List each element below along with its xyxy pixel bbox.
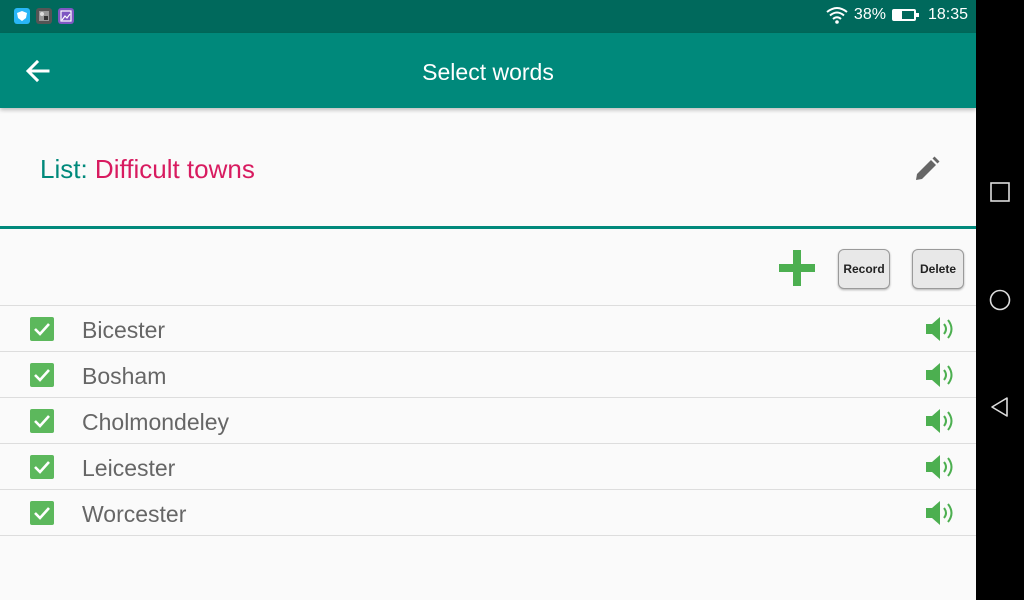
word-text: Worcester [82,501,187,527]
word-checkbox[interactable] [30,317,54,341]
plus-icon [779,250,815,286]
gallery-app-icon [58,8,74,24]
list-prefix: List: [40,154,95,184]
battery-icon [891,9,919,21]
shield-app-icon [14,8,30,24]
check-icon [34,507,50,520]
record-button[interactable]: Record [838,249,890,289]
word-text: Cholmondeley [82,409,230,435]
play-word-button[interactable] [924,361,958,389]
word-text: Leicester [82,455,176,481]
back-nav-button[interactable] [989,396,1011,418]
system-nav-bar [976,0,1024,600]
check-icon [34,461,50,474]
word-text: Bicester [82,317,166,343]
wifi-icon [826,7,848,24]
speaker-icon [926,317,953,341]
notification-icons [14,8,74,24]
word-row[interactable]: Worcester [0,490,976,536]
pencil-icon [916,156,940,180]
word-row[interactable]: Bicester [0,306,976,352]
list-name: Difficult towns [94,154,255,184]
app-bar: Select words [0,33,976,108]
word-toolbar: Record Delete [0,229,976,306]
word-checkbox[interactable] [30,409,54,433]
delete-button[interactable]: Delete [912,249,964,289]
speaker-icon [926,501,953,525]
check-icon [34,369,50,382]
word-list: Bicester Bosham Cholmondeley Leicester Worce… [0,306,976,536]
page-title: Select words [422,59,554,85]
check-icon [34,415,50,428]
speaker-icon [926,363,953,387]
recents-button[interactable] [989,181,1011,203]
speaker-icon [926,455,953,479]
play-word-button[interactable] [924,499,958,527]
check-icon [34,323,50,336]
circle-icon [989,289,1011,311]
battery-percent: 38% [853,6,886,23]
play-word-button[interactable] [924,407,958,435]
play-word-button[interactable] [924,315,958,343]
word-row[interactable]: Bosham [0,352,976,398]
clock: 18:35 [927,6,968,23]
edit-list-button[interactable] [912,154,942,184]
word-checkbox[interactable] [30,363,54,387]
square-icon [990,182,1010,202]
list-header: List: Difficult towns [0,108,976,229]
triangle-back-icon [991,397,1008,417]
play-word-button[interactable] [924,453,958,481]
status-bar: 38% 18:35 [0,0,976,33]
home-button[interactable] [989,289,1011,311]
word-checkbox[interactable] [30,455,54,479]
speaker-icon [926,409,953,433]
battery-level [893,11,902,19]
word-checkbox[interactable] [30,501,54,525]
photo-app-icon [36,8,52,24]
word-text: Bosham [82,363,167,389]
word-row[interactable]: Cholmondeley [0,398,976,444]
add-word-button[interactable] [776,247,818,289]
list-label: List: Difficult towns [40,154,255,185]
word-row[interactable]: Leicester [0,444,976,490]
